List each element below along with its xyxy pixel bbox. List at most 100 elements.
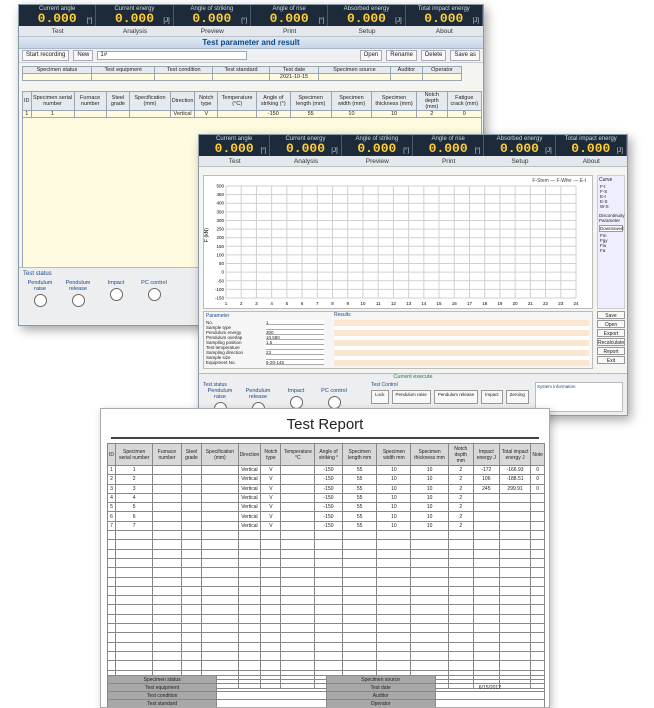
x-tick-label: 19 xyxy=(497,301,503,306)
menu-item[interactable]: Print xyxy=(413,156,484,166)
menu-item[interactable]: Preview xyxy=(342,156,413,166)
table-cell xyxy=(410,585,449,597)
table-cell xyxy=(107,660,116,671)
table-cell xyxy=(237,632,262,643)
curve-radio[interactable]: W-S xyxy=(598,204,624,209)
open-button[interactable]: Open xyxy=(359,50,383,61)
table-cell xyxy=(107,632,116,643)
readout-value: 0.000 xyxy=(428,141,468,156)
table-cell xyxy=(498,557,532,569)
table-cell xyxy=(410,557,449,569)
table-cell[interactable]: 10 xyxy=(330,110,373,118)
table-cell xyxy=(376,530,412,541)
report-table: ID Specimen serial number Furnace number St… xyxy=(107,443,545,690)
curve-selector: Curve F-t F-S E-t E-S W-S Discontinuity Para… xyxy=(597,175,625,309)
control-button[interactable]: Pendulum release xyxy=(433,390,479,404)
menu-item[interactable]: Test xyxy=(19,26,96,36)
x-tick-label: 6 xyxy=(301,301,304,306)
table-cell xyxy=(260,567,282,578)
start-recording-checkbox[interactable]: Start recording xyxy=(22,50,70,61)
side-button[interactable]: Report xyxy=(597,347,625,355)
table-cell xyxy=(180,595,203,606)
save-as-button[interactable]: Save as xyxy=(450,50,480,61)
table-cell[interactable]: 10 xyxy=(371,110,417,118)
table-cell xyxy=(237,576,262,587)
menu-item[interactable]: About xyxy=(406,26,483,36)
table-cell[interactable]: 2 xyxy=(415,110,448,118)
menu-item[interactable]: Print xyxy=(251,26,328,36)
footer-cell: Test date xyxy=(325,683,436,692)
new-button[interactable]: New xyxy=(73,50,94,61)
table-cell[interactable] xyxy=(129,110,171,118)
table-cell[interactable]: 1 xyxy=(30,110,75,118)
table-cell xyxy=(376,595,412,606)
table-cell[interactable] xyxy=(73,110,107,118)
table-row xyxy=(107,576,545,587)
table-cell xyxy=(260,595,282,606)
side-button[interactable]: Save xyxy=(597,311,625,319)
table-cell[interactable]: -150 xyxy=(256,110,291,118)
control-button[interactable]: Pendulum raise xyxy=(391,390,431,404)
table-cell[interactable]: Vertical xyxy=(169,110,196,118)
table-row xyxy=(107,548,545,559)
table-cell xyxy=(114,613,154,625)
menu-item[interactable]: Setup xyxy=(484,156,555,166)
table-row: 2 2 Vertical V -150 55 10 10 2 106 -188.51 0 xyxy=(107,474,545,485)
table-cell xyxy=(280,576,316,587)
control-button[interactable]: Impact xyxy=(481,390,503,404)
table-cell xyxy=(341,623,378,634)
table-cell xyxy=(260,660,282,671)
side-button[interactable]: Export xyxy=(597,329,625,337)
status-indicator: PC control xyxy=(315,388,353,409)
table-cell[interactable] xyxy=(105,110,131,118)
menu-item[interactable]: Test xyxy=(199,156,270,166)
side-button[interactable]: Exit xyxy=(597,356,625,364)
table-cell[interactable]: 1 xyxy=(22,110,32,118)
table-cell: 1 xyxy=(114,464,154,476)
menu-item[interactable]: Preview xyxy=(174,26,251,36)
table-cell xyxy=(237,604,262,615)
table-cell xyxy=(152,539,182,550)
table-cell[interactable]: V xyxy=(194,110,219,118)
table-cell xyxy=(280,632,316,643)
param-value[interactable]: 5-20-145 xyxy=(266,360,324,365)
footer-cell xyxy=(434,691,546,700)
table-row: 3 3 Vertical V -150 55 10 10 2 245 299.91 0 xyxy=(107,483,545,494)
table-cell xyxy=(472,650,500,662)
table-cell xyxy=(314,650,343,662)
table-cell xyxy=(530,641,545,652)
table-cell: -150 xyxy=(314,464,343,476)
control-button[interactable]: Lock xyxy=(371,390,389,404)
table-cell xyxy=(107,585,116,597)
table-cell xyxy=(180,613,203,625)
param-row: Equipment No. 5-20-145 xyxy=(206,360,326,365)
table-cell[interactable]: 55 xyxy=(289,110,332,118)
control-button[interactable]: Zeroing xyxy=(505,390,529,404)
rename-button[interactable]: Rename xyxy=(386,50,417,61)
column-header: Angle of striking ° xyxy=(314,443,343,466)
side-button[interactable]: Recalculate xyxy=(597,338,625,346)
delete-button[interactable]: Delete xyxy=(420,50,447,61)
side-button[interactable]: Open xyxy=(597,320,625,328)
y-tick-label: 400 xyxy=(216,201,224,206)
dp-radio[interactable]: Fa xyxy=(598,248,624,253)
menu-item[interactable]: About xyxy=(556,156,627,166)
status-label: Impact xyxy=(287,388,305,394)
dp-select[interactable]: Downtowed xyxy=(599,225,624,232)
table-cell xyxy=(498,585,532,597)
table-cell: Vertical xyxy=(237,520,262,532)
table-cell xyxy=(107,567,116,578)
menu-item[interactable]: Setup xyxy=(328,26,405,36)
x-tick-label: 14 xyxy=(421,301,427,306)
table-cell: 10 xyxy=(376,502,412,513)
menu-item[interactable]: Analysis xyxy=(270,156,341,166)
table-cell xyxy=(447,623,474,634)
readout-2: Current energy 0.000 [J] xyxy=(96,5,174,26)
menu-item[interactable]: Analysis xyxy=(96,26,173,36)
table-cell[interactable] xyxy=(217,110,258,118)
table-cell xyxy=(280,520,316,532)
search-input[interactable]: 1# xyxy=(97,51,248,60)
table-cell[interactable]: 0 xyxy=(446,110,483,118)
column-header: Specimen width (mm) xyxy=(330,91,373,111)
column-header: Specimen status xyxy=(22,66,92,74)
